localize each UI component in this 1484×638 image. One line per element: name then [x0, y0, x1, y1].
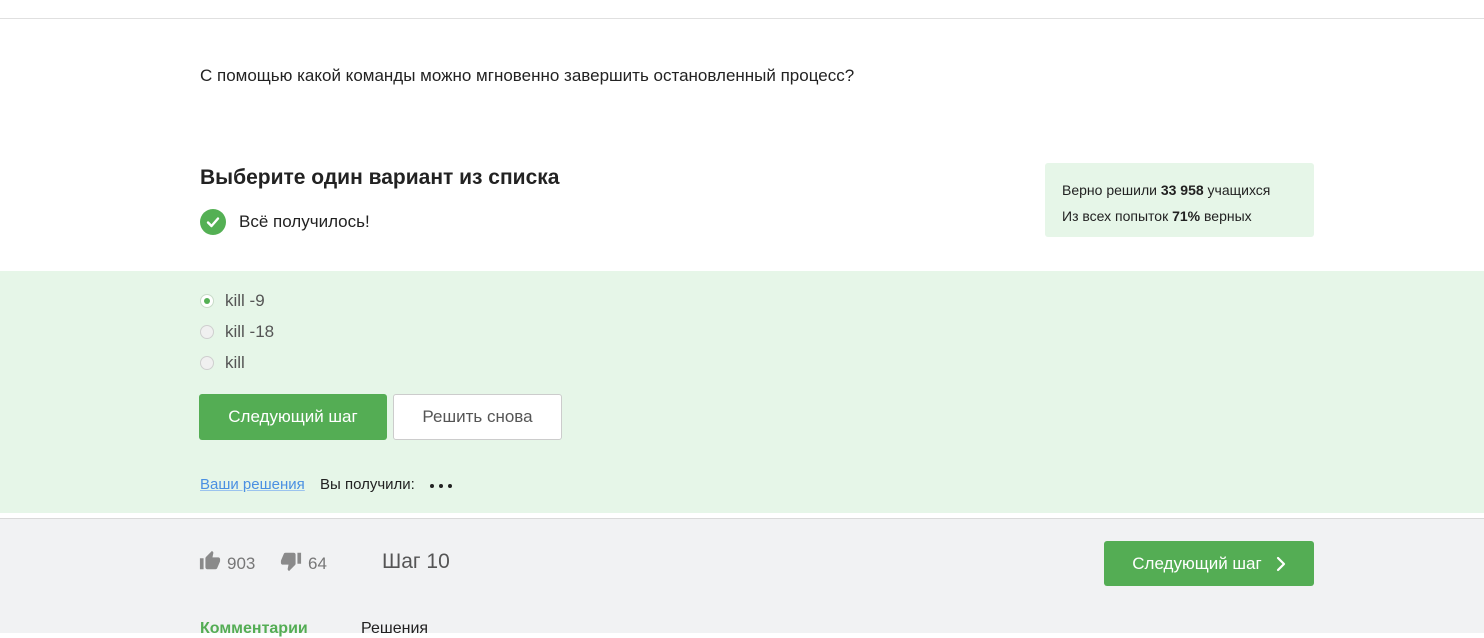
radio-checked-icon[interactable] [200, 294, 214, 308]
dislike-count: 64 [308, 553, 327, 573]
thumbs-up-icon [199, 550, 221, 577]
stats-solved-suffix: учащихся [1207, 182, 1271, 198]
dislike-button[interactable]: 64 [280, 550, 327, 577]
top-divider [0, 18, 1484, 19]
chevron-right-icon [1276, 556, 1286, 572]
stats-attempts-percent: 71% [1172, 208, 1201, 224]
your-solutions-link[interactable]: Ваши решения [200, 476, 305, 493]
you-got-label: Вы получили: [320, 476, 415, 493]
tab-solutions[interactable]: Решения [361, 620, 428, 638]
success-text: Всё получилось! [239, 212, 370, 231]
radio-icon[interactable] [200, 325, 214, 339]
option-label: kill -9 [225, 291, 265, 310]
more-dots-icon[interactable] [430, 484, 452, 488]
solve-again-button[interactable]: Решить снова [393, 394, 562, 440]
stats-attempts-suffix: верных [1204, 208, 1252, 224]
stats-solved: Верно решили 33 958 учащихся [1062, 177, 1314, 203]
option-label: kill -18 [225, 322, 275, 341]
question-text: С помощью какой команды можно мгновенно … [200, 66, 855, 85]
stats-attempts: Из всех попыток 71% верных [1062, 203, 1314, 229]
tab-comments[interactable]: Комментарии [200, 620, 308, 638]
stats-panel: Верно решили 33 958 учащихся Из всех поп… [1045, 163, 1314, 237]
check-icon [200, 209, 226, 235]
option-kill[interactable]: kill [200, 353, 245, 373]
radio-icon[interactable] [200, 356, 214, 370]
stats-solved-count: 33 958 [1160, 182, 1204, 198]
footer-next-step-label: Следующий шаг [1132, 553, 1262, 573]
stats-attempts-prefix: Из всех попыток [1062, 208, 1169, 224]
option-kill-9[interactable]: kill -9 [200, 291, 265, 311]
step-label: Шаг 10 [382, 550, 450, 573]
task-title: Выберите один вариант из списка [200, 166, 560, 189]
option-kill-18[interactable]: kill -18 [200, 322, 274, 342]
next-step-button[interactable]: Следующий шаг [199, 394, 387, 440]
thumbs-down-icon [280, 550, 302, 577]
like-button[interactable]: 903 [199, 550, 255, 577]
option-label: kill [225, 353, 245, 372]
footer-next-step-button[interactable]: Следующий шаг [1104, 541, 1314, 586]
like-count: 903 [227, 553, 256, 573]
success-message: Всё получилось! [200, 209, 370, 235]
stats-solved-prefix: Верно решили [1062, 182, 1157, 198]
